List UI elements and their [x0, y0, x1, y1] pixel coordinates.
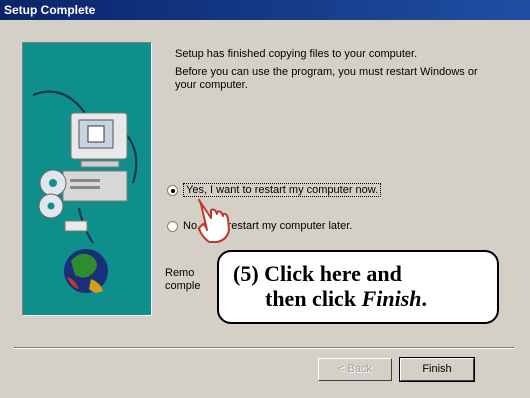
partial-text-line-2: comple: [165, 280, 201, 292]
computer-globe-illustration-icon: [23, 43, 151, 315]
setup-illustration: [22, 42, 152, 316]
message-line-2b: your computer.: [175, 79, 248, 91]
instruction-callout: (5) Click here and then click Finish.: [217, 250, 499, 324]
radio-button-selected[interactable]: [167, 184, 178, 196]
message-line-2a: Before you can use the program, you must…: [175, 66, 478, 78]
callout-line-2: then click Finish.: [265, 286, 427, 311]
back-button[interactable]: < Back: [318, 358, 392, 381]
partial-text-line-1: Remo: [165, 267, 195, 279]
callout-finish-emphasis: Finish: [361, 286, 422, 311]
radio-button[interactable]: [167, 220, 178, 232]
callout-line-2-suffix: .: [421, 286, 428, 311]
message-line-1: Setup has finished copying files to your…: [175, 48, 418, 60]
finish-button[interactable]: Finish: [399, 357, 475, 382]
restart-now-label[interactable]: Yes, I want to restart my computer now.: [183, 183, 382, 197]
pointing-hand-icon: [198, 198, 230, 243]
window-title: Setup Complete: [4, 3, 96, 17]
callout-line-2-prefix: then click: [265, 286, 362, 311]
title-bar: Setup Complete: [0, 0, 530, 20]
button-separator: [14, 347, 514, 349]
callout-line-1: (5) Click here and: [233, 261, 402, 286]
restart-now-option[interactable]: Yes, I want to restart my computer now.: [167, 183, 382, 197]
